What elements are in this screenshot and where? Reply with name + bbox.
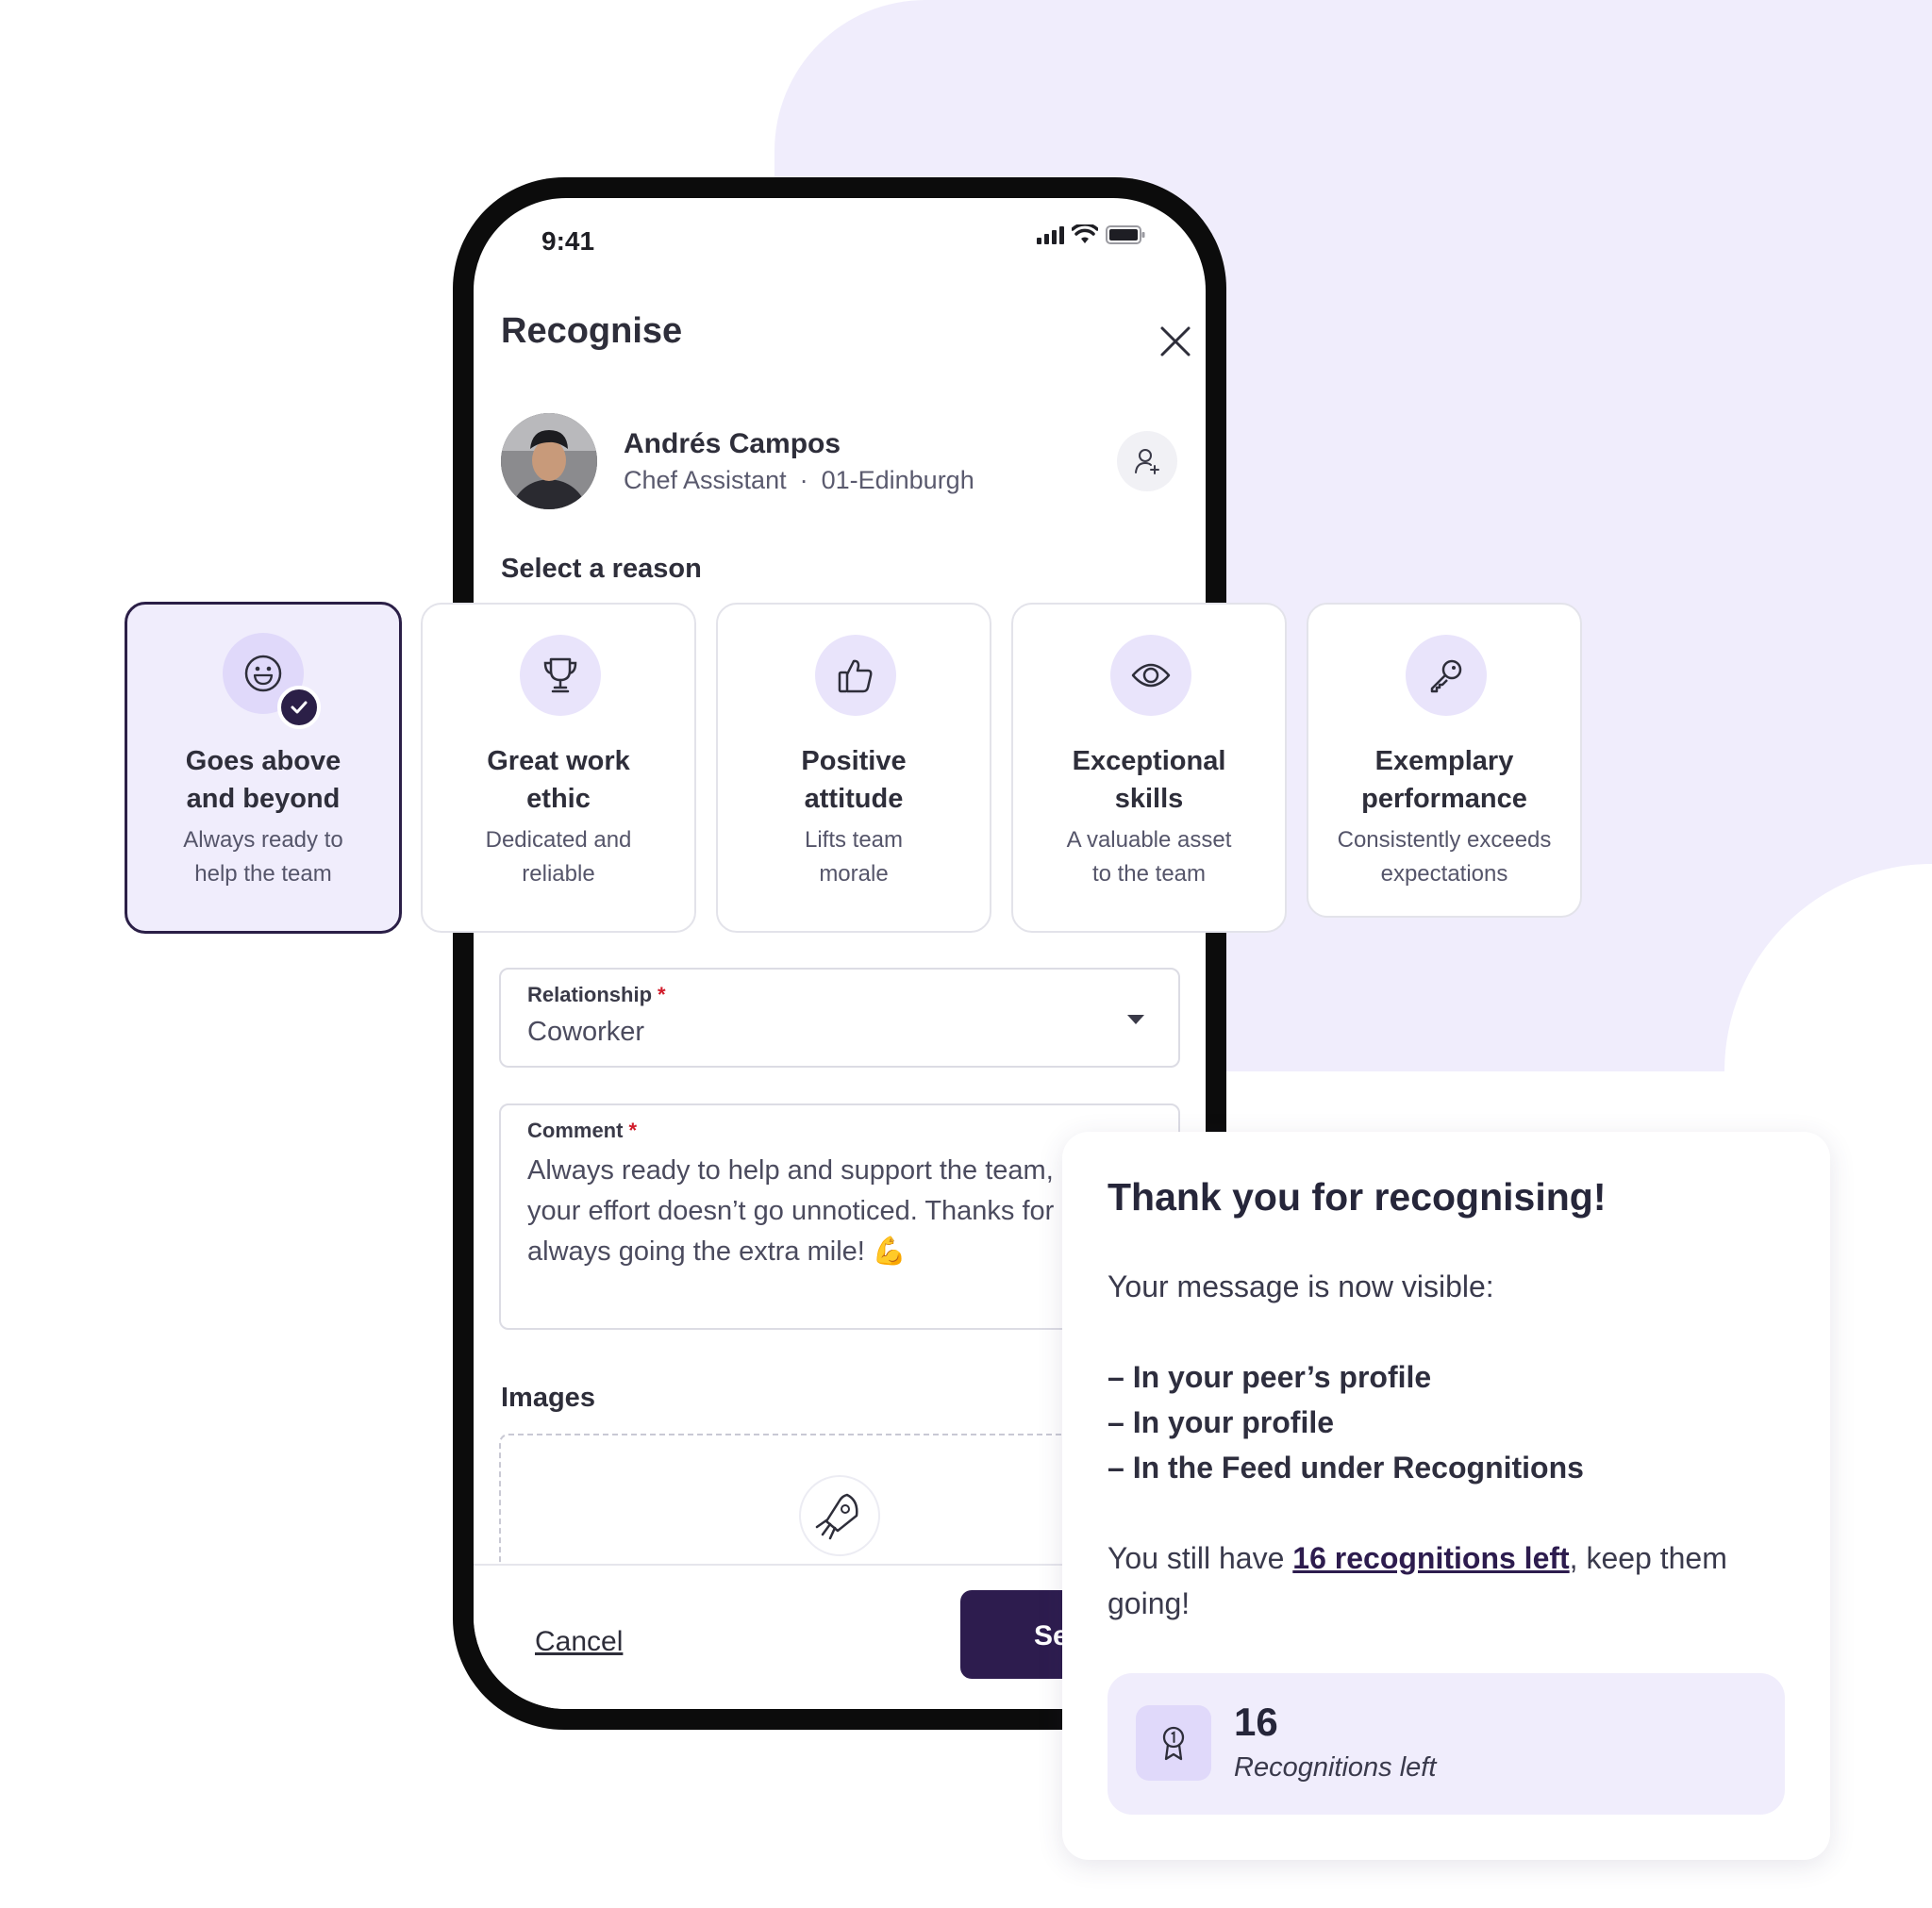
comment-value: Always ready to help and support the tea… bbox=[527, 1155, 1055, 1267]
person-meta: Chef Assistant · 01-Edinburgh bbox=[624, 466, 974, 495]
wifi-icon bbox=[1072, 224, 1098, 243]
meta-separator: · bbox=[799, 466, 808, 494]
relationship-value: Coworker bbox=[527, 1017, 645, 1047]
add-user-button[interactable] bbox=[1117, 431, 1177, 491]
recognitions-counter: 16 Recognitions left bbox=[1108, 1673, 1785, 1815]
reason-subtitle: Lifts team morale bbox=[804, 827, 904, 887]
reason-card-goes-above[interactable]: Goes above and beyond Always ready to help… bbox=[125, 602, 402, 934]
images-label: Images bbox=[501, 1383, 595, 1413]
person-role: Chef Assistant bbox=[624, 466, 787, 494]
required-mark: * bbox=[658, 983, 666, 1006]
reason-icon-wrap bbox=[520, 635, 601, 716]
thank-you-intro: Your message is now visible: bbox=[1108, 1269, 1494, 1303]
reason-card-great-work-ethic[interactable]: Great work ethic Dedicated and reliable bbox=[421, 603, 696, 933]
signal-icon bbox=[1037, 226, 1064, 244]
reason-card-exemplary-performance[interactable]: Exemplary performance Consistently exceed… bbox=[1307, 603, 1582, 918]
cancel-button[interactable]: Cancel bbox=[535, 1626, 623, 1658]
list-item: – In your peer’s profile bbox=[1108, 1360, 1432, 1394]
reason-title: Exceptional skills bbox=[1072, 746, 1226, 814]
avatar bbox=[501, 413, 597, 509]
reason-card-positive-attitude[interactable]: Positive attitude Lifts team morale bbox=[716, 603, 991, 933]
relationship-label: Relationship * bbox=[527, 983, 666, 1006]
reason-icon-wrap bbox=[1406, 635, 1487, 716]
list-item: – In the Feed under Recognitions bbox=[1108, 1451, 1584, 1485]
close-icon bbox=[1160, 326, 1191, 357]
reason-title: Great work ethic bbox=[487, 746, 630, 814]
thank-you-title: Thank you for recognising! bbox=[1108, 1175, 1607, 1219]
eye-icon bbox=[1131, 663, 1171, 688]
counter-value: 16 bbox=[1234, 1700, 1278, 1744]
sheet-title: Recognise bbox=[501, 311, 683, 351]
person-location: 01-Edinburgh bbox=[821, 466, 974, 494]
battery-icon bbox=[1106, 225, 1145, 244]
counter-label: Recognitions left bbox=[1234, 1752, 1437, 1783]
recognitions-left-link[interactable]: 16 recognitions left bbox=[1292, 1541, 1569, 1575]
reason-section-label: Select a reason bbox=[501, 554, 702, 584]
reason-title: Goes above and beyond bbox=[185, 746, 341, 814]
reason-subtitle: Always ready to help the team bbox=[183, 827, 343, 887]
required-mark: * bbox=[628, 1119, 638, 1142]
remaining-text: You still have 16 recognitions left, kee… bbox=[1108, 1541, 1727, 1620]
close-button[interactable] bbox=[1153, 319, 1198, 364]
reason-subtitle: A valuable asset to the team bbox=[1066, 827, 1232, 887]
reason-title: Positive attitude bbox=[801, 746, 907, 814]
reason-icon-wrap bbox=[1110, 635, 1191, 716]
chevron-down-icon bbox=[1127, 1015, 1144, 1024]
reason-icon-wrap bbox=[223, 633, 321, 729]
comment-label: Comment * bbox=[527, 1119, 638, 1142]
status-time: 9:41 bbox=[541, 226, 595, 256]
thank-you-panel: Thank you for recognising! Your message … bbox=[1062, 1132, 1830, 1860]
relationship-select[interactable]: Relationship * Coworker bbox=[499, 968, 1180, 1068]
status-icons bbox=[1036, 224, 1145, 245]
rocket-icon bbox=[799, 1475, 880, 1556]
key-icon bbox=[1430, 659, 1462, 693]
reason-subtitle: Dedicated and reliable bbox=[485, 827, 632, 887]
reason-subtitle: Consistently exceeds expectations bbox=[1337, 827, 1552, 887]
selected-check-icon bbox=[277, 686, 321, 729]
reason-card-exceptional-skills[interactable]: Exceptional skills A valuable asset to the… bbox=[1011, 603, 1287, 933]
reason-icon-wrap bbox=[815, 635, 896, 716]
trophy-icon bbox=[543, 657, 577, 693]
add-user-icon bbox=[1135, 449, 1159, 474]
reason-title: Exemplary performance bbox=[1361, 746, 1527, 814]
smile-icon bbox=[244, 655, 282, 692]
person-name: Andrés Campos bbox=[624, 428, 841, 459]
thumbs-up-icon bbox=[838, 659, 873, 693]
award-icon bbox=[1136, 1705, 1211, 1781]
visibility-list: – In your peer’s profile – In your profi… bbox=[1108, 1354, 1584, 1490]
list-item: – In your profile bbox=[1108, 1405, 1335, 1439]
